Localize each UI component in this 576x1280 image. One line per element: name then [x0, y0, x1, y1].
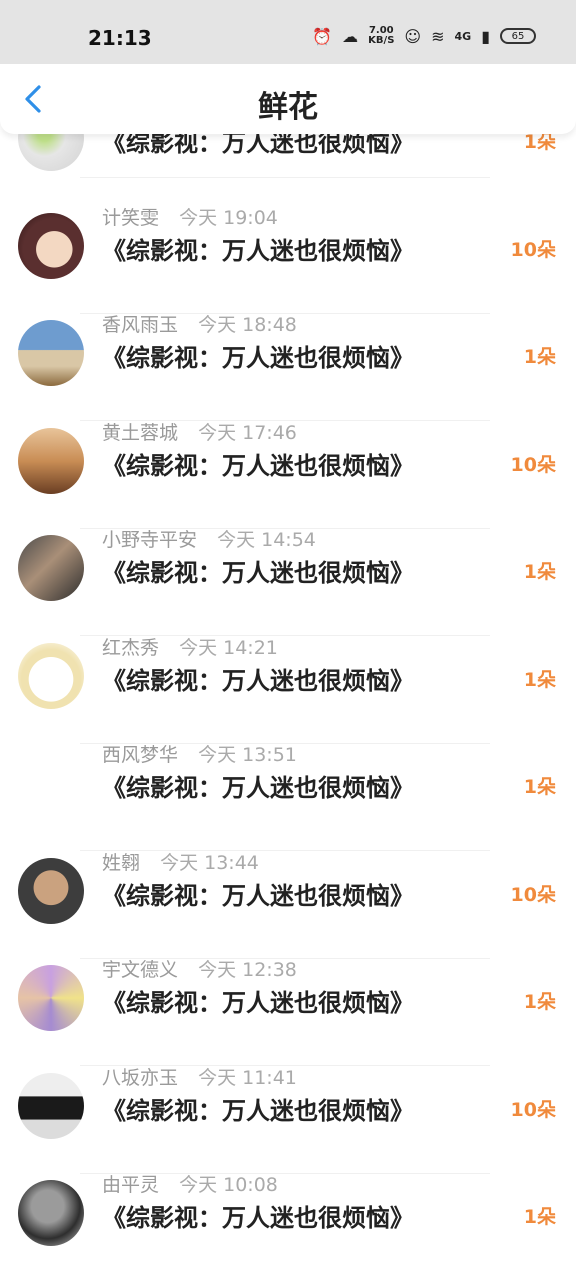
book-title: 《综影视：万人迷也很烦恼》 [102, 1095, 414, 1125]
status-icons: ⏰ ☁ 7.00 KB/S ☺ ≋ 4G ▮ 65 [312, 26, 536, 46]
avatar[interactable] [18, 642, 84, 709]
timestamp: 今天 14:21 [179, 636, 278, 659]
record-meta: 小野寺平安 今天 14:54 [102, 525, 316, 552]
flower-count: 1朵 [523, 991, 556, 1013]
avatar[interactable] [18, 750, 84, 816]
book-title: 《综影视：万人迷也很烦恼》 [102, 558, 414, 587]
avatar[interactable] [18, 535, 84, 601]
timestamp: 今天 10:08 [179, 1174, 278, 1196]
list-item[interactable]: 黄土蓉城 今天 17:46 《综影视：万人迷也很烦恼》 10朵 [0, 422, 576, 536]
book-title: 《综影视：万人迷也很烦恼》 [102, 1203, 414, 1232]
avatar[interactable] [18, 965, 84, 1031]
flower-record-list[interactable]: 迁宝宝 今天 20:56 《综影视：万人迷也很烦恼》 1朵 计笑雯 今天 19:… [0, 134, 576, 1280]
avatar[interactable] [18, 134, 84, 171]
book-title: 《综影视：万人迷也很烦恼》 [102, 134, 414, 157]
timestamp: 今天 11:41 [198, 1066, 297, 1089]
user-name[interactable]: 小野寺平安 [102, 529, 197, 551]
avatar[interactable] [18, 427, 84, 494]
user-name[interactable]: 计笑雯 [102, 207, 159, 229]
flower-count: 1朵 [523, 668, 556, 691]
flower-count: 10朵 [510, 453, 556, 476]
book-title: 《综影视：万人迷也很烦恼》 [102, 343, 414, 372]
book-title: 《综影视：万人迷也很烦恼》 [102, 665, 414, 695]
signal-label: 4G [454, 29, 472, 43]
user-name[interactable]: 由平灵 [102, 1174, 159, 1196]
record-meta: 八坂亦玉 今天 11:41 [102, 1063, 297, 1090]
flower-count: 1朵 [523, 776, 556, 798]
avatar[interactable] [18, 320, 84, 386]
list-item[interactable]: 迁宝宝 今天 20:56 《综影视：万人迷也很烦恼》 1朵 [0, 134, 576, 213]
timestamp: 今天 13:44 [160, 851, 259, 874]
avatar[interactable] [18, 1180, 84, 1246]
timestamp: 今天 17:46 [198, 421, 297, 444]
list-item[interactable]: 宇文德义 今天 12:38 《综影视：万人迷也很烦恼》 1朵 [0, 959, 576, 1073]
list-item[interactable]: 红杰秀 今天 14:21 《综影视：万人迷也很烦恼》 1朵 [0, 637, 576, 751]
face-icon: ☺ [404, 26, 422, 46]
network-speed: 7.00 KB/S [368, 25, 395, 46]
list-item[interactable]: 小野寺平安 今天 14:54 《综影视：万人迷也很烦恼》 1朵 [0, 529, 576, 643]
book-title: 《综影视：万人迷也很烦恼》 [102, 773, 414, 802]
list-item[interactable]: 姓翱 今天 13:44 《综影视：万人迷也很烦恼》 10朵 [0, 852, 576, 966]
signal-icon: ▮ [481, 26, 490, 46]
record-meta: 宇文德义 今天 12:38 [102, 955, 297, 982]
record-meta: 计笑雯 今天 19:04 [102, 203, 278, 230]
flower-count: 10朵 [510, 1098, 556, 1121]
record-meta: 由平灵 今天 10:08 [102, 1170, 278, 1197]
user-name[interactable]: 西风梦华 [102, 744, 178, 766]
flower-count: 1朵 [523, 134, 556, 153]
book-title: 《综影视：万人迷也很烦恼》 [102, 450, 414, 480]
timestamp: 今天 19:04 [179, 206, 278, 229]
battery-icon: 65 [500, 28, 536, 44]
weather-icon: ☁ [342, 26, 359, 46]
status-bar: 21:13 ⏰ ☁ 7.00 KB/S ☺ ≋ 4G ▮ 65 [0, 0, 576, 64]
record-meta: 黄土蓉城 今天 17:46 [102, 418, 297, 445]
user-name[interactable]: 八坂亦玉 [102, 1067, 178, 1089]
record-meta: 西风梦华 今天 13:51 [102, 740, 297, 767]
list-item[interactable]: 西风梦华 今天 13:51 《综影视：万人迷也很烦恼》 1朵 [0, 744, 576, 858]
book-title: 《综影视：万人迷也很烦恼》 [102, 988, 414, 1017]
record-meta: 姓翱 今天 13:44 [102, 848, 259, 875]
record-meta: 香风雨玉 今天 18:48 [102, 310, 297, 337]
user-name[interactable]: 红杰秀 [102, 637, 159, 659]
list-item[interactable]: 由平灵 今天 10:08 《综影视：万人迷也很烦恼》 1朵 [0, 1174, 576, 1280]
flower-count: 10朵 [510, 238, 556, 261]
avatar[interactable] [18, 212, 84, 279]
list-item[interactable]: 香风雨玉 今天 18:48 《综影视：万人迷也很烦恼》 1朵 [0, 314, 576, 428]
nav-bar: 鲜花 [0, 64, 576, 134]
book-title: 《综影视：万人迷也很烦恼》 [102, 880, 414, 910]
list-item[interactable]: 计笑雯 今天 19:04 《综影视：万人迷也很烦恼》 10朵 [0, 207, 576, 321]
avatar[interactable] [18, 857, 84, 924]
record-meta: 红杰秀 今天 14:21 [102, 633, 278, 660]
divider [80, 177, 490, 178]
user-name[interactable]: 黄土蓉城 [102, 422, 178, 444]
alarm-icon: ⏰ [312, 26, 333, 46]
timestamp: 今天 12:38 [198, 959, 297, 981]
list-item[interactable]: 八坂亦玉 今天 11:41 《综影视：万人迷也很烦恼》 10朵 [0, 1067, 576, 1181]
user-name[interactable]: 宇文德义 [102, 959, 178, 981]
user-name[interactable]: 香风雨玉 [102, 314, 178, 336]
book-title: 《综影视：万人迷也很烦恼》 [102, 235, 414, 265]
avatar[interactable] [18, 1072, 84, 1139]
timestamp: 今天 14:54 [217, 529, 316, 551]
page-title: 鲜花 [258, 90, 318, 125]
flower-count: 1朵 [523, 346, 556, 368]
flower-count: 1朵 [523, 1206, 556, 1228]
flower-count: 10朵 [510, 883, 556, 906]
flower-count: 1朵 [523, 561, 556, 583]
user-name[interactable]: 姓翱 [102, 852, 140, 874]
timestamp: 今天 18:48 [198, 314, 297, 336]
wifi-icon: ≋ [431, 26, 445, 46]
clock: 21:13 [88, 26, 152, 50]
timestamp: 今天 13:51 [198, 744, 297, 766]
